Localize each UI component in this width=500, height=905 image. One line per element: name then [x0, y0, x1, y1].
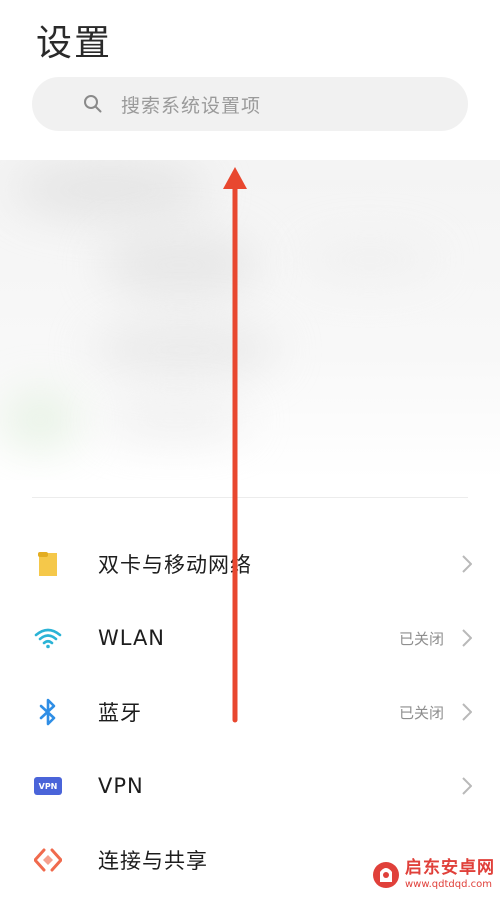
page-title: 设置 [36, 23, 113, 64]
watermark-url: www.qdtdqd.com [405, 879, 492, 890]
watermark-title: 启东安卓网 [405, 858, 495, 878]
settings-item-status: 已关闭 [398, 629, 444, 648]
watermark-logo-icon [373, 862, 399, 888]
settings-item-label: WLAN [98, 626, 166, 650]
settings-item-label: 连接与共享 [98, 849, 208, 873]
settings-item-sim[interactable]: 双卡与移动网络 [0, 527, 500, 601]
settings-item-label: 蓝牙 [98, 701, 142, 725]
chevron-right-icon [460, 776, 474, 796]
wifi-icon [34, 624, 62, 652]
vpn-icon-text: VPN [38, 781, 58, 791]
settings-item-bluetooth[interactable]: 蓝牙 已关闭 [0, 675, 500, 749]
section-divider [32, 497, 468, 498]
settings-list: 双卡与移动网络 WLAN 已关闭 蓝牙 已关闭 VPN VPN 连接与共享 [0, 527, 500, 897]
watermark: 启东安卓网 www.qdtdqd.com [371, 853, 495, 897]
settings-item-label: 双卡与移动网络 [98, 553, 252, 577]
sim-card-icon [34, 550, 62, 578]
chevron-right-icon [460, 702, 474, 722]
vpn-icon: VPN [34, 772, 62, 800]
connection-sharing-icon [34, 846, 62, 874]
search-icon [83, 94, 103, 114]
bluetooth-icon [34, 698, 62, 726]
chevron-right-icon [460, 554, 474, 574]
blurred-account-section [0, 160, 500, 480]
settings-item-status: 已关闭 [398, 703, 444, 722]
chevron-right-icon [460, 628, 474, 648]
settings-item-wlan[interactable]: WLAN 已关闭 [0, 601, 500, 675]
settings-item-label: VPN [98, 774, 144, 798]
settings-item-vpn[interactable]: VPN VPN [0, 749, 500, 823]
search-input[interactable]: 搜索系统设置项 [121, 91, 261, 118]
search-bar[interactable]: 搜索系统设置项 [32, 77, 468, 131]
